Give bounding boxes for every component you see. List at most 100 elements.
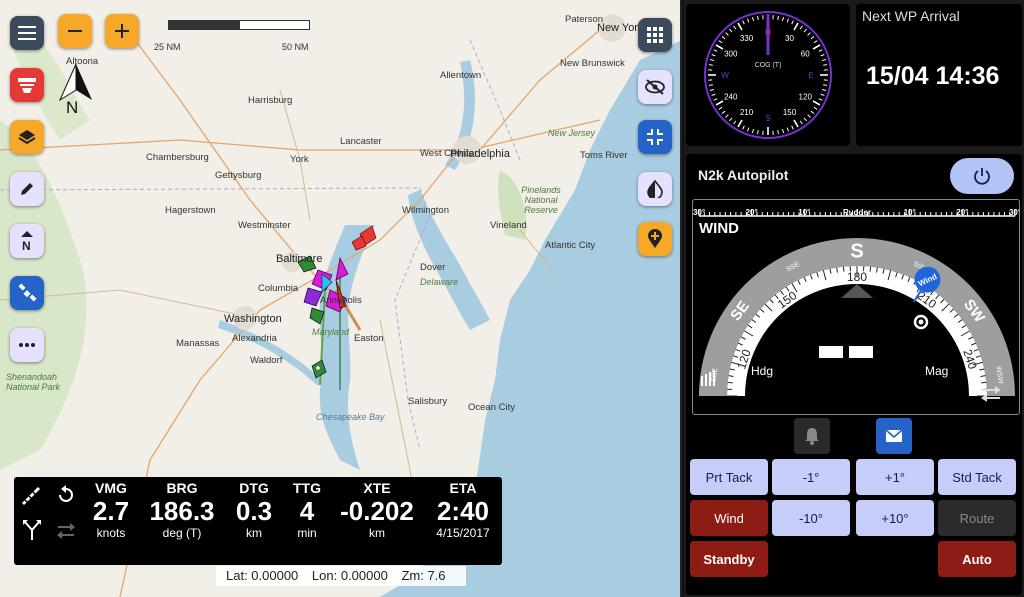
gps-button[interactable] (10, 276, 44, 310)
compass-tick (709, 89, 715, 92)
dtg-title: DTG (239, 480, 269, 496)
compass-tick (813, 40, 818, 44)
compass-tick (747, 127, 750, 132)
starboard-tack-button[interactable]: Std Tack (938, 459, 1016, 495)
autopilot-power-button[interactable] (950, 158, 1014, 194)
eye-off-icon (645, 79, 665, 95)
compass-tick (803, 117, 807, 122)
layers-button[interactable] (10, 120, 44, 154)
night-mode-button[interactable] (638, 172, 672, 206)
chart-map[interactable]: New York Paterson New Brunswick Allentow… (0, 0, 682, 597)
next-waypoint-widget[interactable]: Next WP Arrival 15/04 14:36 (856, 4, 1022, 146)
compass-label: E (808, 71, 813, 80)
rudder-bar (709, 372, 711, 386)
message-button[interactable] (876, 418, 912, 454)
compass-tick (711, 93, 716, 96)
collapse-button[interactable] (638, 120, 672, 154)
swap-icon[interactable] (980, 386, 1002, 402)
route-mode-button[interactable]: Route (938, 500, 1016, 536)
compass-tick (751, 128, 754, 134)
dial-label: 180 (847, 270, 867, 284)
longitude-readout: Lon: 0.00000 (311, 568, 388, 583)
alarm-button[interactable] (794, 418, 830, 454)
standby-button[interactable]: Standby (690, 541, 768, 577)
compass-tick (718, 40, 723, 44)
undo-icon[interactable] (56, 485, 76, 505)
wind-mode-button[interactable]: Wind (690, 500, 768, 536)
port-tack-button[interactable]: Prt Tack (690, 459, 768, 495)
rudder-bar (705, 374, 707, 386)
compass-cog-label: COG (T) (755, 62, 782, 69)
compass-tick (757, 130, 759, 135)
eta-unit: 4/15/2017 (436, 526, 490, 540)
zoom-in-button[interactable] (105, 14, 139, 48)
dtg-readout: DTG 0.3 km (228, 480, 280, 540)
brg-unit: deg (T) (162, 526, 202, 540)
dial-tick (869, 266, 872, 272)
hide-button[interactable] (638, 70, 672, 104)
menu-button[interactable] (10, 16, 44, 50)
compass-tick (757, 15, 759, 20)
xte-unit: km (369, 526, 385, 540)
compass-tick (715, 100, 724, 106)
alarm-panel-button[interactable] (10, 68, 44, 102)
power-icon (974, 168, 990, 185)
compass-tick (713, 49, 718, 52)
compass-tick (729, 117, 733, 122)
menu-icon (18, 26, 36, 40)
plus-icon (115, 24, 129, 38)
alarm-board-icon (18, 78, 36, 93)
mag-label: Mag (925, 364, 949, 378)
compass-label: 240 (724, 93, 738, 102)
compass-tick (733, 25, 737, 30)
scale-bar: 25 NM 50 NM (154, 14, 328, 52)
autopilot-gauge: 30°20°10°Rudder10°20°30°ESE120SE150SSES1… (692, 199, 1020, 415)
measure-icon[interactable] (20, 485, 42, 507)
heading-display-segment (819, 346, 843, 358)
compass-tick (713, 98, 718, 101)
autopilot-widget: N2k Autopilot 30°20°10°Rudder10°20°30°ES… (686, 154, 1022, 595)
instrument-panel: N3060E120150S210240W300330COG (T) Next W… (684, 0, 1024, 597)
zoom-out-button[interactable] (58, 14, 92, 48)
apps-button[interactable] (638, 18, 672, 52)
cursor-coordinates: Lat: 0.00000 Lon: 0.00000 Zm: 7.6 (216, 566, 466, 586)
compass-label: W (721, 71, 729, 80)
compass-tick (708, 84, 713, 86)
plus-10-button[interactable]: +10° (856, 500, 934, 536)
next-wp-value: 15/04 14:36 (866, 62, 1000, 90)
compass-tick (786, 127, 789, 132)
compass-label: 150 (783, 108, 797, 117)
vmg-unit: knots (96, 526, 126, 540)
compass-tick (747, 18, 750, 23)
minus-1-button[interactable]: -1° (772, 459, 850, 495)
map-pin-plus-icon (648, 229, 662, 248)
compass-tick (818, 98, 823, 101)
compass-tick (786, 18, 789, 23)
brg-readout: BRG 186.3 deg (T) (144, 480, 220, 540)
more-button[interactable] (10, 328, 44, 362)
route-fork-icon[interactable] (22, 519, 42, 541)
north-arrow: N (58, 62, 98, 118)
eta-title: ETA (449, 480, 477, 496)
compass-tick (820, 54, 825, 57)
plus-1-button[interactable]: +1° (856, 459, 934, 495)
auto-mode-button[interactable]: Auto (938, 541, 1016, 577)
compass-tick (782, 128, 785, 134)
eta-value: 2:40 (436, 496, 490, 526)
compass-tick (799, 120, 803, 125)
more-horizontal-icon (19, 343, 35, 347)
scale-label-right: 50 NM (282, 42, 309, 52)
navigation-data-bar: VMG 2.7 knots BRG 186.3 deg (T) DTG 0.3 … (14, 477, 502, 565)
latitude-readout: Lat: 0.00000 (226, 568, 299, 583)
brg-value: 186.3 (149, 496, 215, 526)
compass-widget[interactable]: N3060E120150S210240W300330COG (T) (686, 4, 850, 146)
minus-10-button[interactable]: -10° (772, 500, 850, 536)
north-up-button[interactable]: N (10, 224, 44, 258)
draw-button[interactable] (10, 172, 44, 206)
add-waypoint-button[interactable] (638, 222, 672, 256)
dtg-unit: km (246, 526, 262, 540)
rudder-bar (713, 370, 715, 386)
compass-label: S (765, 114, 770, 123)
compass-tick (721, 110, 726, 114)
contrast-drop-icon (647, 180, 663, 198)
